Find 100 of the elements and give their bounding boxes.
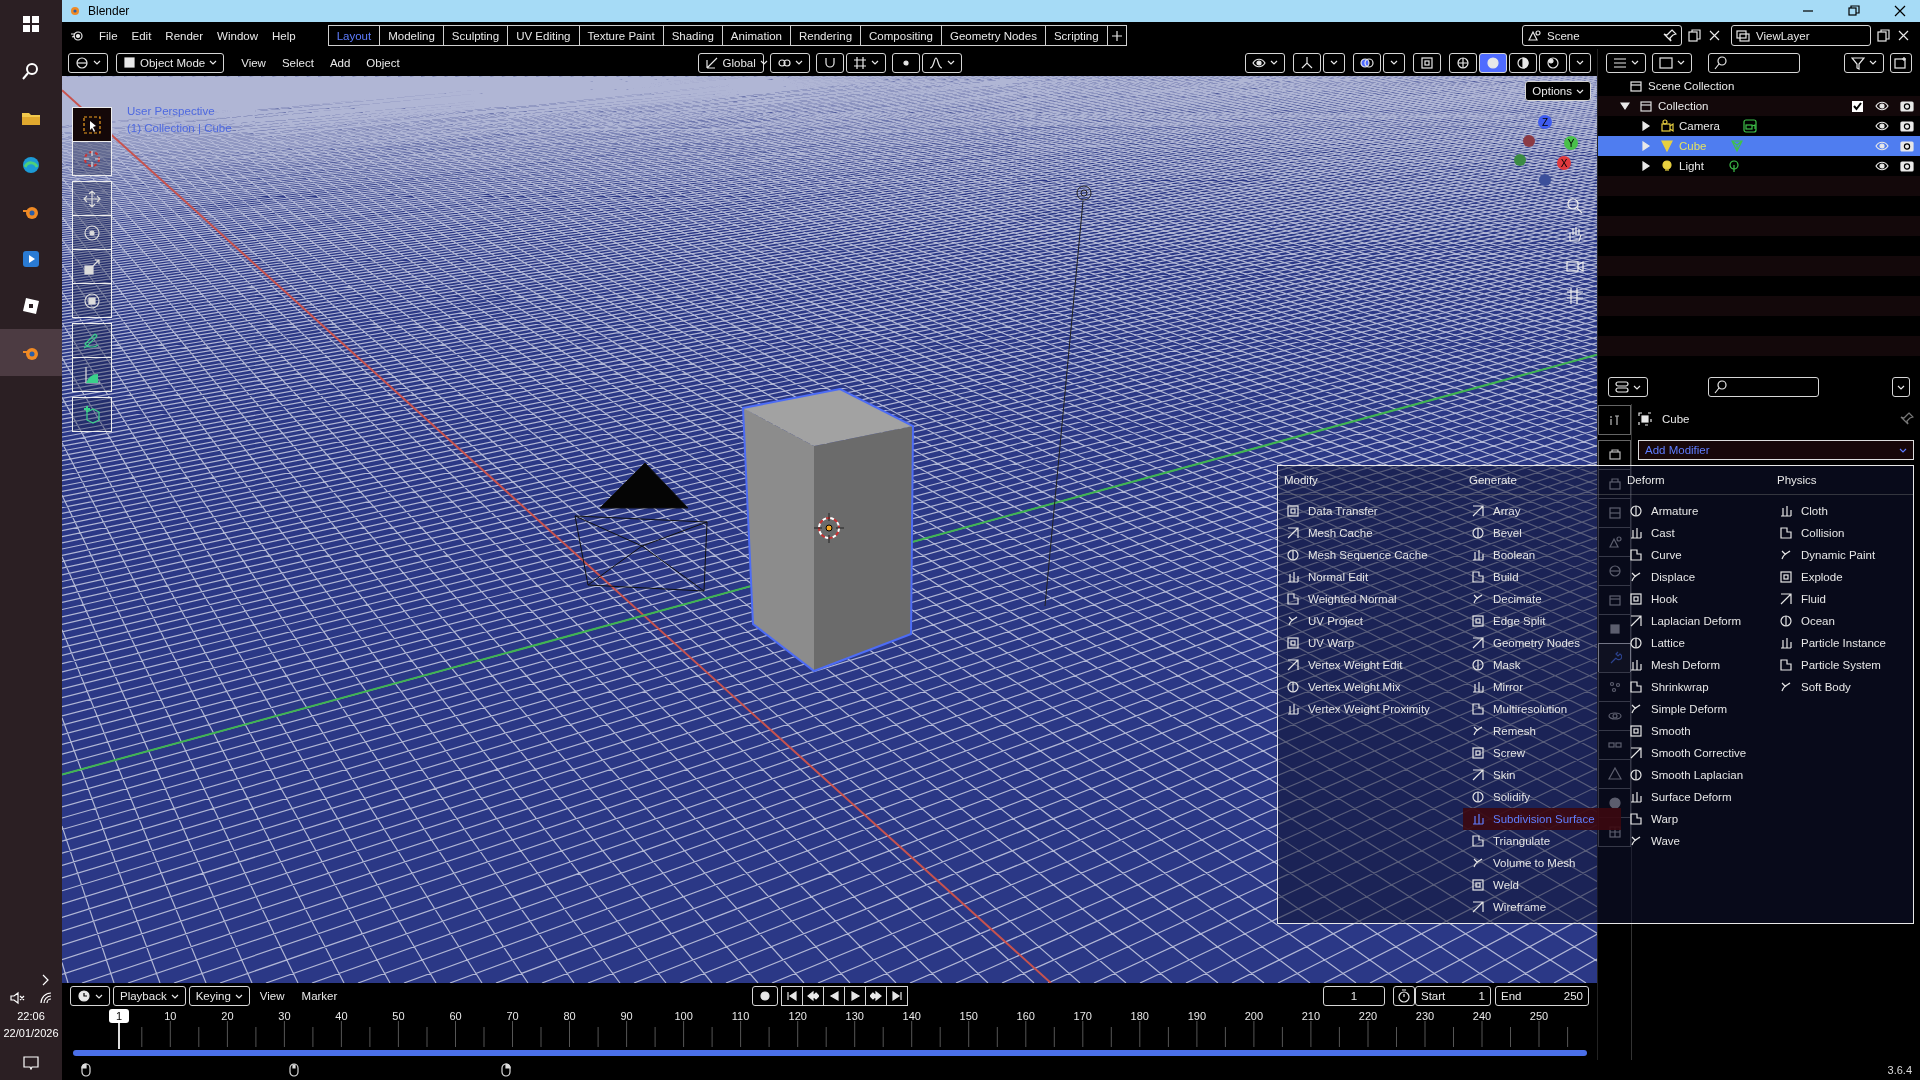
- workspace-tab[interactable]: Modeling: [379, 25, 444, 46]
- menu-item[interactable]: Soft Body: [1771, 676, 1913, 698]
- frame-number: 230: [1415, 1010, 1435, 1022]
- frame-number: 90: [620, 1010, 633, 1022]
- menu-item[interactable]: Weighted Normal: [1278, 588, 1463, 610]
- menu-heading: Modify: [1284, 474, 1318, 486]
- menu-item[interactable]: Cloth: [1771, 500, 1913, 522]
- menu-item[interactable]: Vertex Weight Edit: [1278, 654, 1463, 676]
- menu-item[interactable]: Laplacian Deform: [1621, 610, 1771, 632]
- menu-dropdown[interactable]: Playback: [113, 986, 186, 1006]
- workspace-tab[interactable]: Sculpting: [442, 25, 509, 46]
- workspace-tab[interactable]: Shading: [662, 25, 723, 46]
- frame-number: 130: [845, 1010, 864, 1022]
- current-frame-field[interactable]: 1: [1323, 986, 1385, 1006]
- menu-item[interactable]: Select: [274, 53, 321, 72]
- menu-item[interactable]: Particle Instance: [1771, 632, 1913, 654]
- menu-item[interactable]: Hook: [1621, 588, 1771, 610]
- menu-item[interactable]: View: [234, 53, 273, 72]
- menu-item[interactable]: View: [252, 987, 292, 1005]
- frame-number: 20: [221, 1010, 234, 1022]
- menu-item[interactable]: Simple Deform: [1621, 698, 1771, 720]
- menu-item[interactable]: Lattice: [1621, 632, 1771, 654]
- menu-item[interactable]: Dynamic Paint: [1771, 544, 1913, 566]
- add-modifier-dropdown[interactable]: Add Modifier: [1638, 440, 1914, 460]
- menu-item[interactable]: Armature: [1621, 500, 1771, 522]
- axis-button[interactable]: Z: [1538, 115, 1552, 129]
- options-dropdown[interactable]: Options: [1525, 81, 1591, 101]
- menu-item[interactable]: Wave: [1621, 830, 1771, 852]
- menu-item[interactable]: Warp: [1621, 808, 1771, 830]
- frame-number: 170: [1073, 1010, 1092, 1022]
- frame-number: 190: [1187, 1010, 1207, 1022]
- menu-item[interactable]: Marker: [294, 987, 345, 1005]
- menu-item[interactable]: Smooth Laplacian: [1621, 764, 1771, 786]
- viewport-info-text: (1) Collection | Cube: [127, 121, 232, 136]
- frame-number: 180: [1130, 1010, 1149, 1022]
- menu-item[interactable]: Mesh Deform: [1621, 654, 1771, 676]
- frame-number: 150: [959, 1010, 978, 1022]
- frame-number: 100: [674, 1010, 693, 1022]
- menu-heading: Deform: [1627, 474, 1665, 486]
- menu-item[interactable]: Data Transfer: [1278, 500, 1463, 522]
- frame-number: 10: [164, 1010, 177, 1022]
- menu-heading: Physics: [1777, 474, 1817, 486]
- outliner-row[interactable]: Scene Collection: [1598, 76, 1920, 96]
- menu-item[interactable]: Particle System: [1771, 654, 1913, 676]
- axis-button[interactable]: Y: [1564, 136, 1578, 150]
- menu-item[interactable]: Smooth Corrective: [1621, 742, 1771, 764]
- frame-number: 110: [731, 1010, 750, 1022]
- workspace-tab[interactable]: Animation: [721, 25, 791, 46]
- mode-dropdown[interactable]: Object Mode: [116, 52, 225, 73]
- menu-item[interactable]: Mesh Sequence Cache: [1278, 544, 1463, 566]
- version-label: 3.6.4: [1887, 1064, 1912, 1076]
- menu-item[interactable]: Help: [265, 26, 303, 45]
- menu-item[interactable]: Vertex Weight Mix: [1278, 676, 1463, 698]
- playhead[interactable]: 1: [109, 1009, 129, 1023]
- viewport-info-text: User Perspective: [127, 104, 216, 119]
- menu-item[interactable]: Add: [322, 53, 358, 72]
- clock-time: 22:06: [17, 1010, 45, 1022]
- workspace-tab[interactable]: Scripting: [1044, 25, 1108, 46]
- outliner-row[interactable]: Light: [1598, 156, 1920, 176]
- menu-item[interactable]: Curve: [1621, 544, 1771, 566]
- menu-item[interactable]: Explode: [1771, 566, 1913, 588]
- outliner-row[interactable]: Camera: [1598, 116, 1920, 136]
- menu-item[interactable]: Normal Edit: [1278, 566, 1463, 588]
- menu-item[interactable]: Cast: [1621, 522, 1771, 544]
- menu-item[interactable]: Smooth: [1621, 720, 1771, 742]
- workspace-tab[interactable]: UV Editing: [507, 25, 580, 46]
- workspace-tab[interactable]: Geometry Nodes: [941, 25, 1046, 46]
- workspace-tab[interactable]: Rendering: [790, 25, 862, 46]
- window-title: Blender: [88, 4, 130, 18]
- menu-heading: Generate: [1469, 474, 1517, 486]
- outliner-row[interactable]: Collection: [1598, 96, 1920, 116]
- workspace-tab[interactable]: Compositing: [860, 25, 942, 46]
- scene-selector[interactable]: Scene: [1522, 25, 1682, 46]
- frame-number: 50: [392, 1010, 405, 1022]
- menu-item[interactable]: File: [92, 26, 125, 45]
- menu-item[interactable]: Edit: [124, 26, 159, 45]
- start-frame-field[interactable]: Start 1: [1415, 986, 1491, 1006]
- menu-dropdown[interactable]: Keying: [188, 986, 250, 1006]
- menu-item[interactable]: UV Project: [1278, 610, 1463, 632]
- axis-button[interactable]: X: [1557, 156, 1571, 170]
- menu-item[interactable]: Render: [158, 26, 211, 45]
- workspace-tab[interactable]: Layout: [327, 25, 381, 46]
- menu-item[interactable]: Ocean: [1771, 610, 1913, 632]
- menu-item[interactable]: Subdivision Surface: [1463, 808, 1621, 830]
- end-frame-field[interactable]: End 250: [1495, 986, 1589, 1006]
- view-layer-selector[interactable]: ViewLayer: [1731, 25, 1871, 46]
- menu-item[interactable]: Mesh Cache: [1278, 522, 1463, 544]
- frame-number: 240: [1472, 1010, 1492, 1022]
- menu-item[interactable]: Shrinkwrap: [1621, 676, 1771, 698]
- menu-item[interactable]: Object: [359, 53, 407, 72]
- frame-number: 60: [449, 1010, 462, 1022]
- menu-item[interactable]: Vertex Weight Proximity: [1278, 698, 1463, 720]
- workspace-tab[interactable]: Texture Paint: [578, 25, 664, 46]
- clock-date: 22/01/2026: [3, 1027, 59, 1039]
- menu-item[interactable]: Window: [210, 26, 265, 45]
- menu-item[interactable]: Displace: [1621, 566, 1771, 588]
- menu-item[interactable]: Collision: [1771, 522, 1913, 544]
- menu-item[interactable]: UV Warp: [1278, 632, 1463, 654]
- menu-item[interactable]: Fluid: [1771, 588, 1913, 610]
- menu-item[interactable]: Surface Deform: [1621, 786, 1771, 808]
